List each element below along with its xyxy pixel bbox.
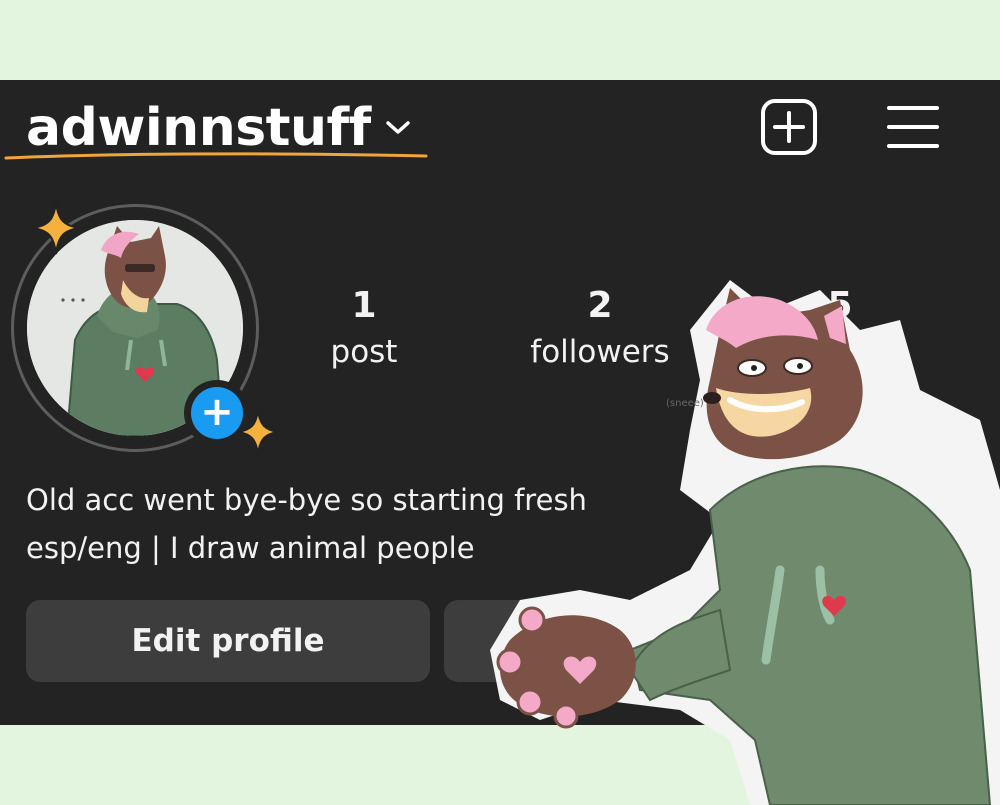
hamburger-menu-icon[interactable]	[886, 104, 940, 150]
character-sticker: (sneee)	[490, 280, 1000, 805]
sparkle-icon	[237, 409, 279, 455]
posts-label: post	[330, 334, 398, 370]
username-underline-doodle	[4, 152, 428, 160]
sticker-caption: (sneee)	[666, 398, 704, 409]
posts-count: 1	[351, 285, 377, 326]
sparkle-icon	[31, 201, 81, 255]
plus-square-icon[interactable]	[760, 98, 818, 156]
chevron-down-icon[interactable]	[384, 118, 414, 138]
edit-profile-button[interactable]: Edit profile	[26, 600, 430, 682]
posts-stat[interactable]: 1 post	[314, 284, 414, 374]
